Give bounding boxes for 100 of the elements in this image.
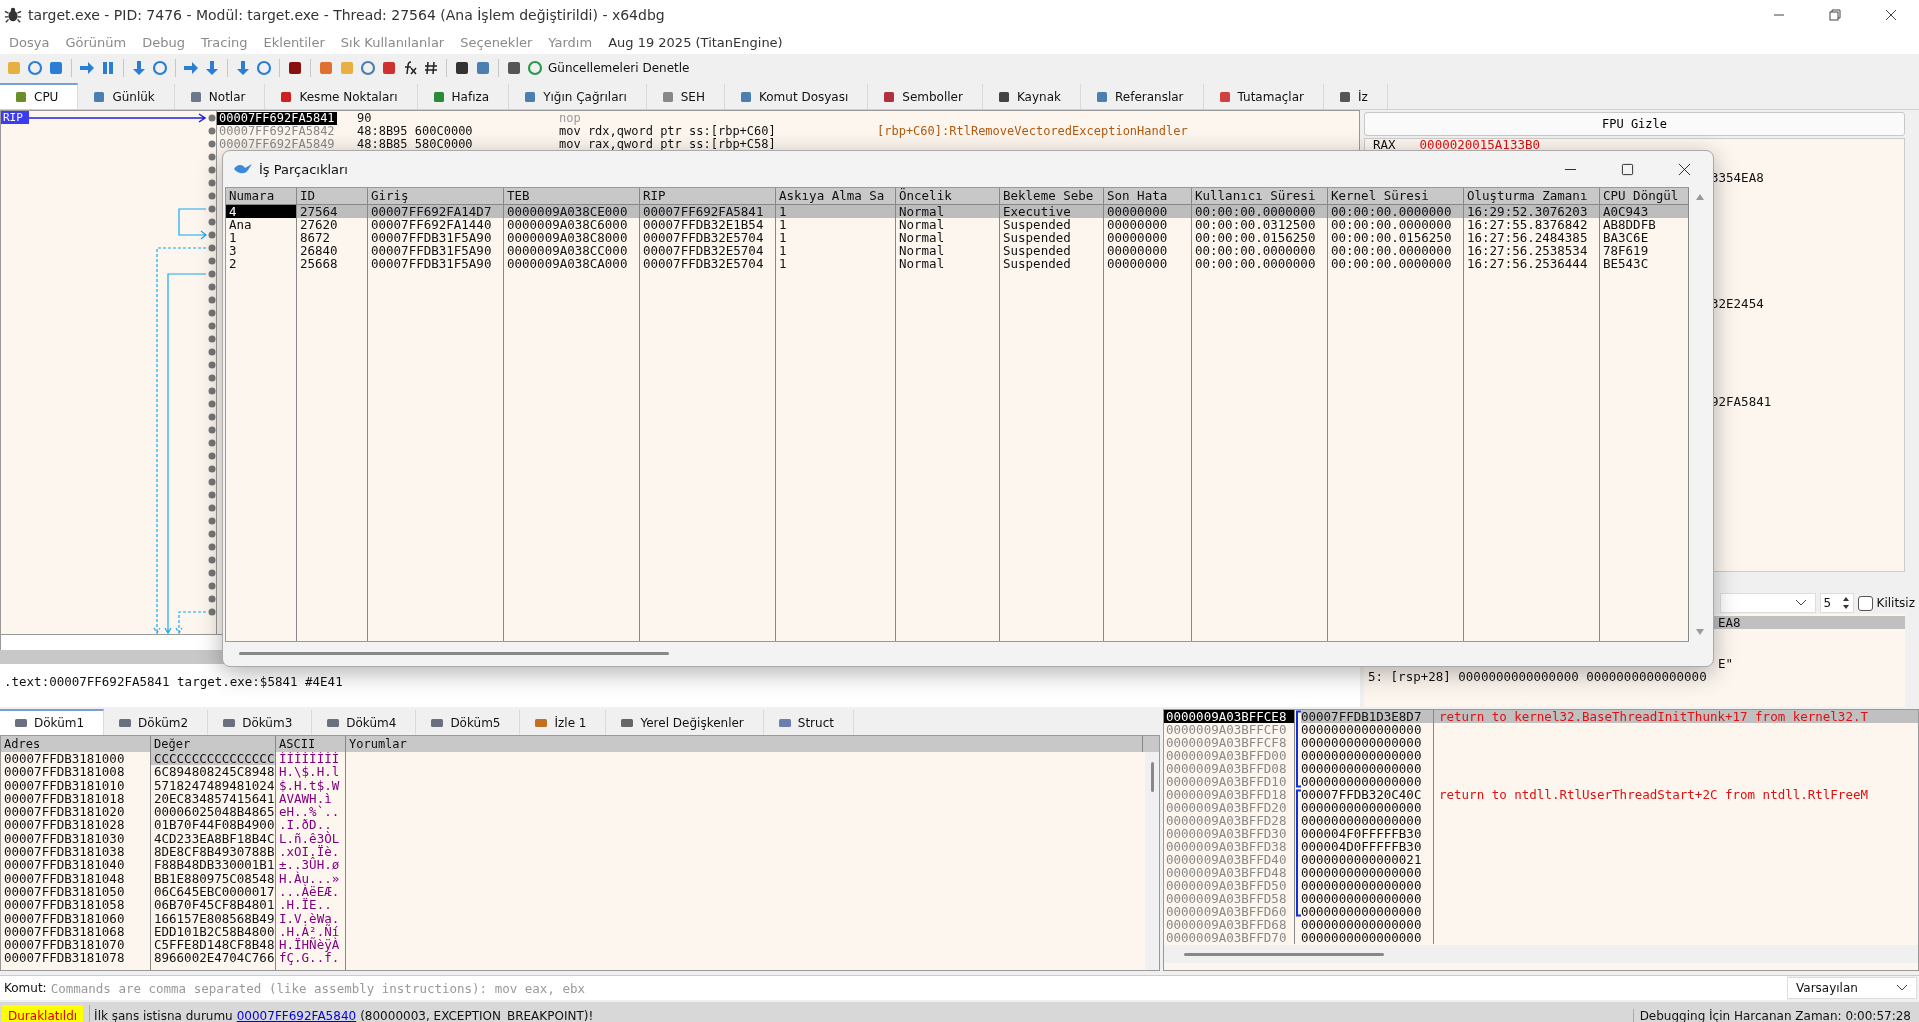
column-header[interactable]: Kernel Süresi xyxy=(1328,188,1463,205)
column-header[interactable]: Yorumlar xyxy=(346,736,1143,752)
check-updates-button[interactable]: Güncellemeleri Denetle xyxy=(548,61,690,75)
tab-icon xyxy=(14,716,28,730)
rip-label: RIP xyxy=(1,111,29,124)
tab-icon xyxy=(14,90,28,104)
value-cell: 0000000000000000 xyxy=(1301,762,1434,775)
argument-text: E" xyxy=(1718,656,1734,671)
menu-item[interactable]: Görünüm xyxy=(65,34,127,50)
tab[interactable]: CPU xyxy=(0,83,79,109)
stop-icon[interactable] xyxy=(48,60,64,76)
menu-item[interactable]: Sık Kullanılanlar xyxy=(340,34,445,50)
value-cell-text: C5FFE8D148CF8B48 xyxy=(153,938,275,952)
maximize-icon[interactable] xyxy=(1621,162,1634,176)
close-icon[interactable] xyxy=(1885,9,1897,21)
address-cell: 00007FF692FA5841 xyxy=(217,112,337,125)
table-cell-text: Ana xyxy=(228,218,253,231)
column-header[interactable]: Son Hata xyxy=(1104,188,1191,205)
column-header[interactable]: Oluşturma Zamanı xyxy=(1464,188,1599,205)
comment-cell-text: return to ntdll.RtlUserThreadStart+2C from ntdll.RtlFreeM xyxy=(1438,788,1868,801)
column-header[interactable]: Öncelik xyxy=(896,188,999,205)
address-cell: 0000009A03BFFD48 xyxy=(1164,866,1295,879)
table-cell-text: 00007FFDB32E5704 xyxy=(642,231,765,244)
status-message: İlk şans istisna durumu xyxy=(94,1009,233,1022)
value-cell: 0000000000000000 xyxy=(1301,866,1434,879)
value-cell: 0000000000000000 xyxy=(1301,879,1434,892)
ascii-cell-text: AVAWH.ì xyxy=(278,791,332,806)
bug-icon xyxy=(4,6,22,24)
tab-label: Kesme Noktaları xyxy=(299,89,398,104)
lock-checkbox[interactable] xyxy=(1857,595,1873,611)
address-cell-text: 00007FFDB3181068 xyxy=(3,924,126,939)
column-header[interactable]: Kullanıcı Süresi xyxy=(1192,188,1327,205)
value-cell: 0000000000000000 xyxy=(1301,749,1434,762)
column-header[interactable]: Adres xyxy=(1,736,151,752)
run-icon[interactable] xyxy=(79,60,95,76)
command-field[interactable]: Commands are comma separated (like assembly instructions): mov eax, ebx xyxy=(50,976,1787,1000)
value-cell: 0000000000000000 xyxy=(1301,775,1434,788)
table-cell-text: 00007FFDB32E5704 xyxy=(642,244,765,257)
address-cell-text: 00007FFDB3181048 xyxy=(3,871,126,885)
column-header[interactable]: TEB xyxy=(504,188,639,205)
horizontal-scrollbar[interactable] xyxy=(1164,945,1918,963)
status-message: (80000003, EXCEPTION_BREAKPOINT)! xyxy=(360,1009,594,1022)
address-link[interactable]: 00007FF692FA5840 xyxy=(236,1009,357,1022)
column-header[interactable]: Bekleme Sebe xyxy=(1000,188,1103,205)
hash-icon[interactable] xyxy=(423,60,439,76)
address-cell: 0000009A03BFFD70 xyxy=(1164,931,1295,944)
table-cell-text: AB8DDFB xyxy=(1602,218,1657,231)
menu-item[interactable]: Debug xyxy=(142,34,185,50)
ascii-cell-text: ÌÌÌÌÌÌÌÌ xyxy=(278,752,341,766)
value-cell-text: 166157E808568B49 xyxy=(153,911,275,925)
tab-label: Yığın Çağrıları xyxy=(543,89,627,104)
menu-item[interactable]: Yardım xyxy=(548,34,593,50)
chevron-down-icon xyxy=(1794,599,1807,607)
state-badge: Duraklatıldı xyxy=(2,1005,84,1022)
value-cell: 0000000000000000 xyxy=(1301,801,1434,814)
close-icon[interactable] xyxy=(1678,162,1691,176)
tab[interactable]: Döküm1 xyxy=(0,709,105,735)
column-header[interactable]: CPU Döngül xyxy=(1600,188,1688,205)
table-cell-text: Suspended xyxy=(1002,218,1072,231)
column-header[interactable]: ID xyxy=(297,188,367,205)
table-cell-text: 00007FFDB31F5A90 xyxy=(370,231,493,244)
address-cell: 0000009A03BFFD40 xyxy=(1164,853,1295,866)
value-cell: 0000000000000021 xyxy=(1301,853,1434,866)
chevron-down-icon xyxy=(1896,984,1908,992)
dialog-title: İş Parçacıkları xyxy=(259,161,348,177)
register-value: 3354EA8 xyxy=(1710,171,1765,185)
value-cell-text: 6C894808245C8948 xyxy=(153,765,275,779)
table-cell-text: BA3C6E xyxy=(1602,231,1650,244)
address-cell: 0000009A03BFFD38 xyxy=(1164,840,1295,853)
column-header[interactable]: ASCII xyxy=(276,736,346,752)
elapsed-time: Debugging İçin Harcanan Zaman: 0:00:57:28 xyxy=(1632,1009,1917,1022)
table-cell-text: Normal xyxy=(898,244,946,257)
column-header[interactable]: Numara xyxy=(226,188,296,205)
menu-item[interactable]: Tracing xyxy=(200,34,248,50)
fpu-toggle-button[interactable]: FPU Gizle xyxy=(1364,112,1905,136)
address-cell-text: 00007FFDB3181030 xyxy=(3,831,126,846)
table-cell-text: 3 xyxy=(228,244,238,257)
tab-icon xyxy=(996,89,1011,104)
menu-item[interactable]: Dosya xyxy=(9,34,50,50)
table-cell-text: BE543C xyxy=(1602,257,1650,270)
function-icon[interactable] xyxy=(402,60,418,76)
column-header[interactable]: Askıya Alma Sa xyxy=(776,188,895,205)
table-cell-text: 00:00:00.0156250 xyxy=(1194,231,1317,244)
column-header[interactable]: Giriş xyxy=(368,188,503,205)
address-cell: 0000009A03BFFD30 xyxy=(1164,827,1295,840)
column-header[interactable]: RIP xyxy=(640,188,775,205)
tab-label: SEH xyxy=(680,89,705,104)
table-cell-text: 1 xyxy=(778,244,788,257)
menu-item[interactable]: Seçenekler xyxy=(460,34,533,50)
table-cell: 00007FF692FA5841 xyxy=(640,205,775,218)
argument-count-spinner[interactable]: 5 xyxy=(1819,593,1854,613)
tab-icon xyxy=(660,89,675,104)
pause-icon[interactable] xyxy=(100,60,116,76)
table-cell-text: 16:27:56.2484385 xyxy=(1466,231,1589,244)
restore-icon[interactable] xyxy=(1829,9,1841,21)
value-cell-text: F88B48DB330001B1 xyxy=(153,858,275,872)
scroll-up-icon[interactable] xyxy=(1695,193,1705,201)
mode-dropdown[interactable]: Varsayılan xyxy=(1787,977,1917,999)
vertical-scrollbar[interactable] xyxy=(1145,752,1159,970)
table-cell-text: 25668 xyxy=(299,257,339,270)
